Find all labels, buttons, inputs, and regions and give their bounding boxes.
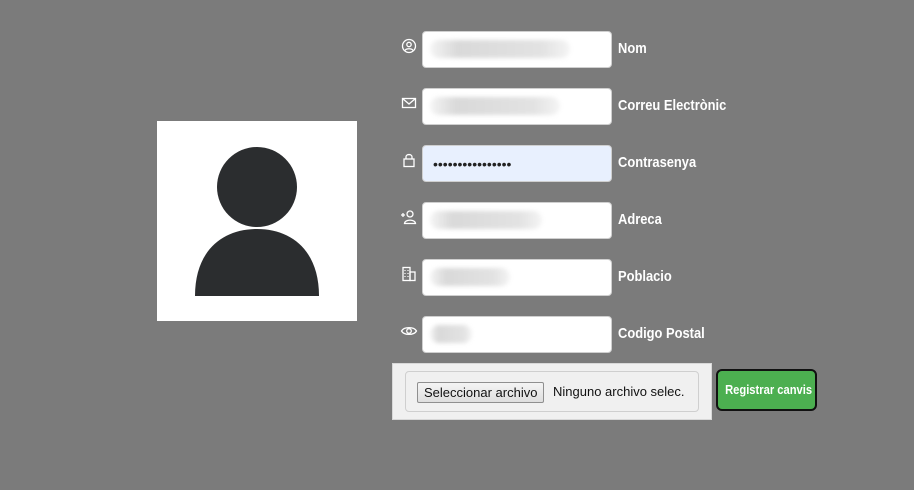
user-circle-icon (400, 37, 418, 55)
field-row-city: Poblacio (400, 259, 740, 296)
city-input[interactable] (422, 259, 612, 296)
city-label: Poblacio (618, 268, 672, 285)
address-input[interactable] (422, 202, 612, 239)
field-row-nom: Nom (400, 31, 740, 68)
lock-icon (400, 151, 418, 169)
field-row-password: Contrasenya (400, 145, 740, 182)
postal-code-label: Codigo Postal (618, 325, 705, 342)
email-label: Correu Electrònic (618, 97, 727, 114)
file-upload-panel: Seleccionar archivo Ninguno archivo sele… (392, 363, 712, 420)
field-row-email: Correu Electrònic (400, 88, 740, 125)
eye-icon (400, 322, 418, 340)
user-silhouette-icon (195, 147, 319, 296)
choose-file-button[interactable]: Seleccionar archivo (417, 382, 545, 403)
field-row-postal-code: Codigo Postal (400, 316, 740, 353)
file-status-text: Ninguno archivo selec. (553, 384, 685, 399)
avatar (157, 121, 357, 321)
envelope-icon (400, 94, 418, 112)
email-input[interactable] (422, 88, 612, 125)
password-label: Contrasenya (618, 154, 697, 171)
building-icon (400, 265, 418, 283)
postal-code-input[interactable] (422, 316, 612, 353)
name-input[interactable] (422, 31, 612, 68)
profile-page: Nom Correu Electrònic Contrasenya (0, 0, 914, 490)
name-label: Nom (618, 40, 647, 57)
user-plus-icon (400, 208, 418, 226)
submit-button-label: Registrar canvis (725, 382, 813, 397)
file-input[interactable]: Seleccionar archivo Ninguno archivo sele… (405, 371, 699, 412)
submit-changes-button[interactable]: Registrar canvis (716, 369, 817, 411)
address-label: Adreca (618, 211, 662, 228)
password-input[interactable] (422, 145, 612, 182)
field-row-address: Adreca (400, 202, 740, 239)
